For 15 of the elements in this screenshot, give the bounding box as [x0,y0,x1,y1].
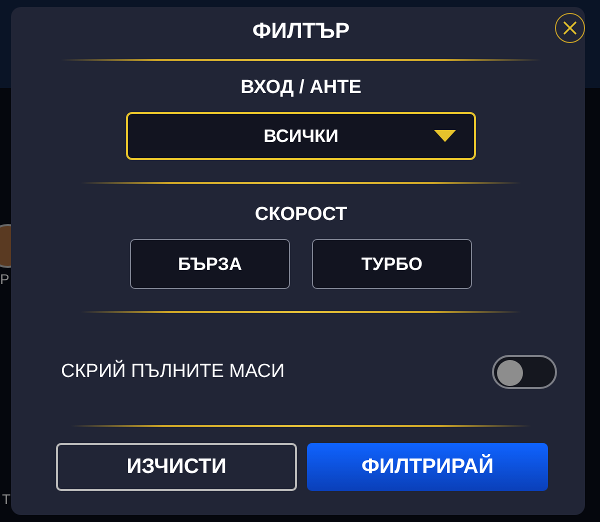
speed-option[interactable]: ТУРБО [312,239,472,289]
clear-button[interactable]: ИЗЧИСТИ [56,443,297,491]
close-button[interactable] [555,13,585,43]
filter-button[interactable]: ФИЛТРИРАЙ [307,443,548,491]
background-text: Р [0,271,10,287]
toggle-switch[interactable] [492,355,557,389]
entry-dropdown[interactable]: ВСИЧКИ [126,112,476,160]
caret-icon [434,130,456,142]
dialog-title: ФИЛТЪР [252,18,350,44]
toggle-label: СКРИЙ ПЪЛНИТЕ МАСИ [61,361,285,383]
close-icon [563,21,577,35]
section-label: СКОРОСТ [254,204,348,226]
speed-option[interactable]: БЪРЗА [130,239,290,289]
background-text: Т [2,491,11,507]
section-label: ВХОД / АНТЕ [240,77,362,99]
